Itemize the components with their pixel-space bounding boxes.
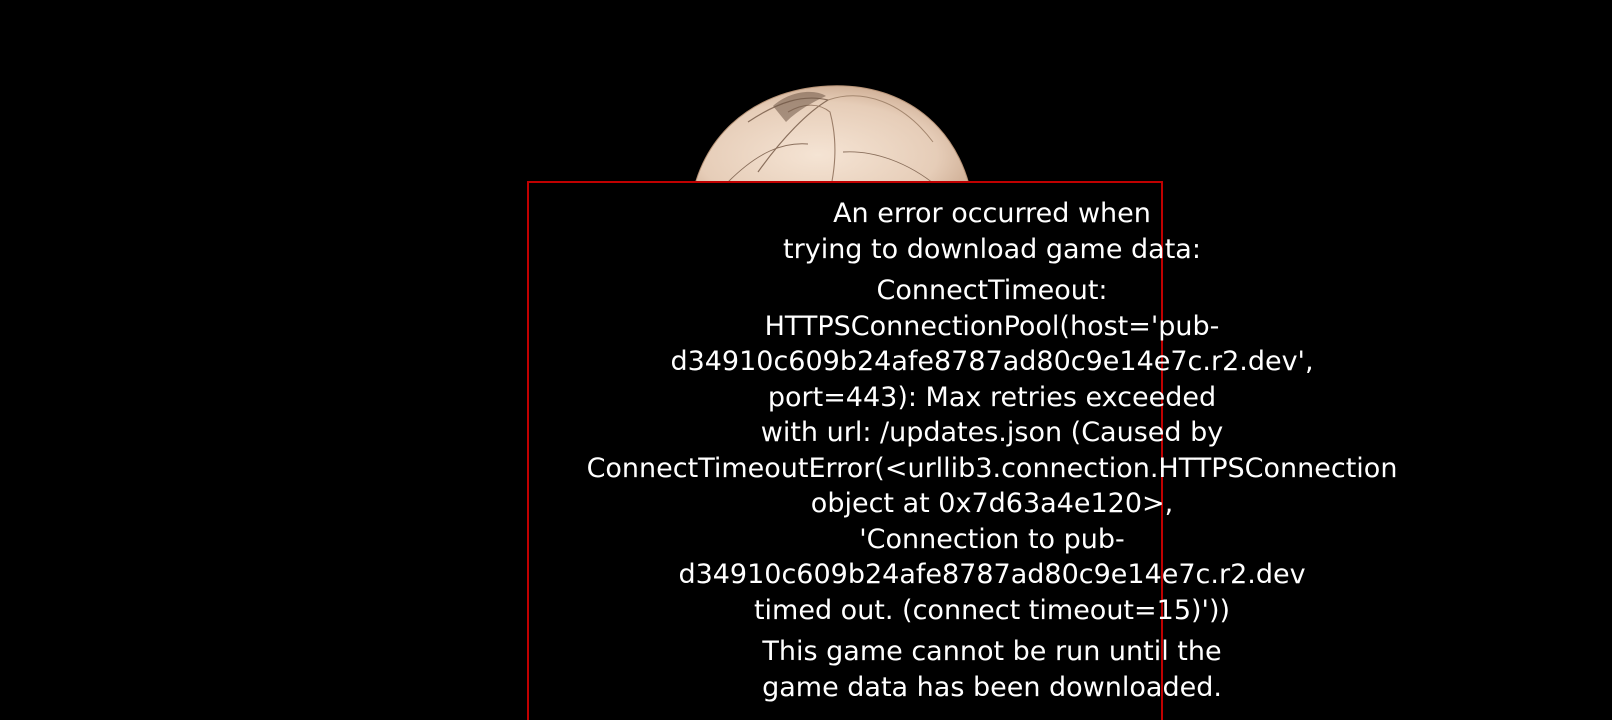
error-detail-line: port=443): Max retries exceeded	[767, 381, 1217, 413]
error-message: An error occurred when trying to downloa…	[490, 196, 1494, 705]
error-detail-line: ConnectTimeout:	[876, 275, 1108, 306]
error-footer: This game cannot be run until the game d…	[490, 634, 1494, 705]
error-detail-line: HTTPSConnectionPool(host='pub-	[764, 310, 1220, 342]
error-detail-line: d34910c609b24afe8787ad80c9e14e7c.r2.dev	[678, 559, 1306, 590]
error-footer-line: This game cannot be run until the	[762, 636, 1222, 667]
error-detail-line: d34910c609b24afe8787ad80c9e14e7c.r2.dev'…	[670, 346, 1314, 377]
error-detail-line: ConnectTimeoutError(<urllib3.connection.…	[586, 452, 1398, 484]
error-heading-line: trying to download game data:	[783, 233, 1201, 265]
error-heading-line: An error occurred when	[833, 198, 1151, 229]
error-heading: An error occurred when trying to downloa…	[490, 196, 1494, 267]
error-detail-line: with url: /updates.json (Caused by	[760, 417, 1224, 448]
error-detail-line: 'Connection to pub-	[859, 523, 1125, 555]
error-detail-line: object at 0x7d63a4e120>,	[810, 488, 1174, 519]
error-detail-line: timed out. (connect timeout=15)'))	[753, 594, 1231, 626]
error-footer-line: game data has been downloaded.	[762, 671, 1222, 703]
error-details: ConnectTimeout: HTTPSConnectionPool(host…	[490, 273, 1494, 628]
game-window: An error occurred when trying to downloa…	[0, 0, 1612, 720]
